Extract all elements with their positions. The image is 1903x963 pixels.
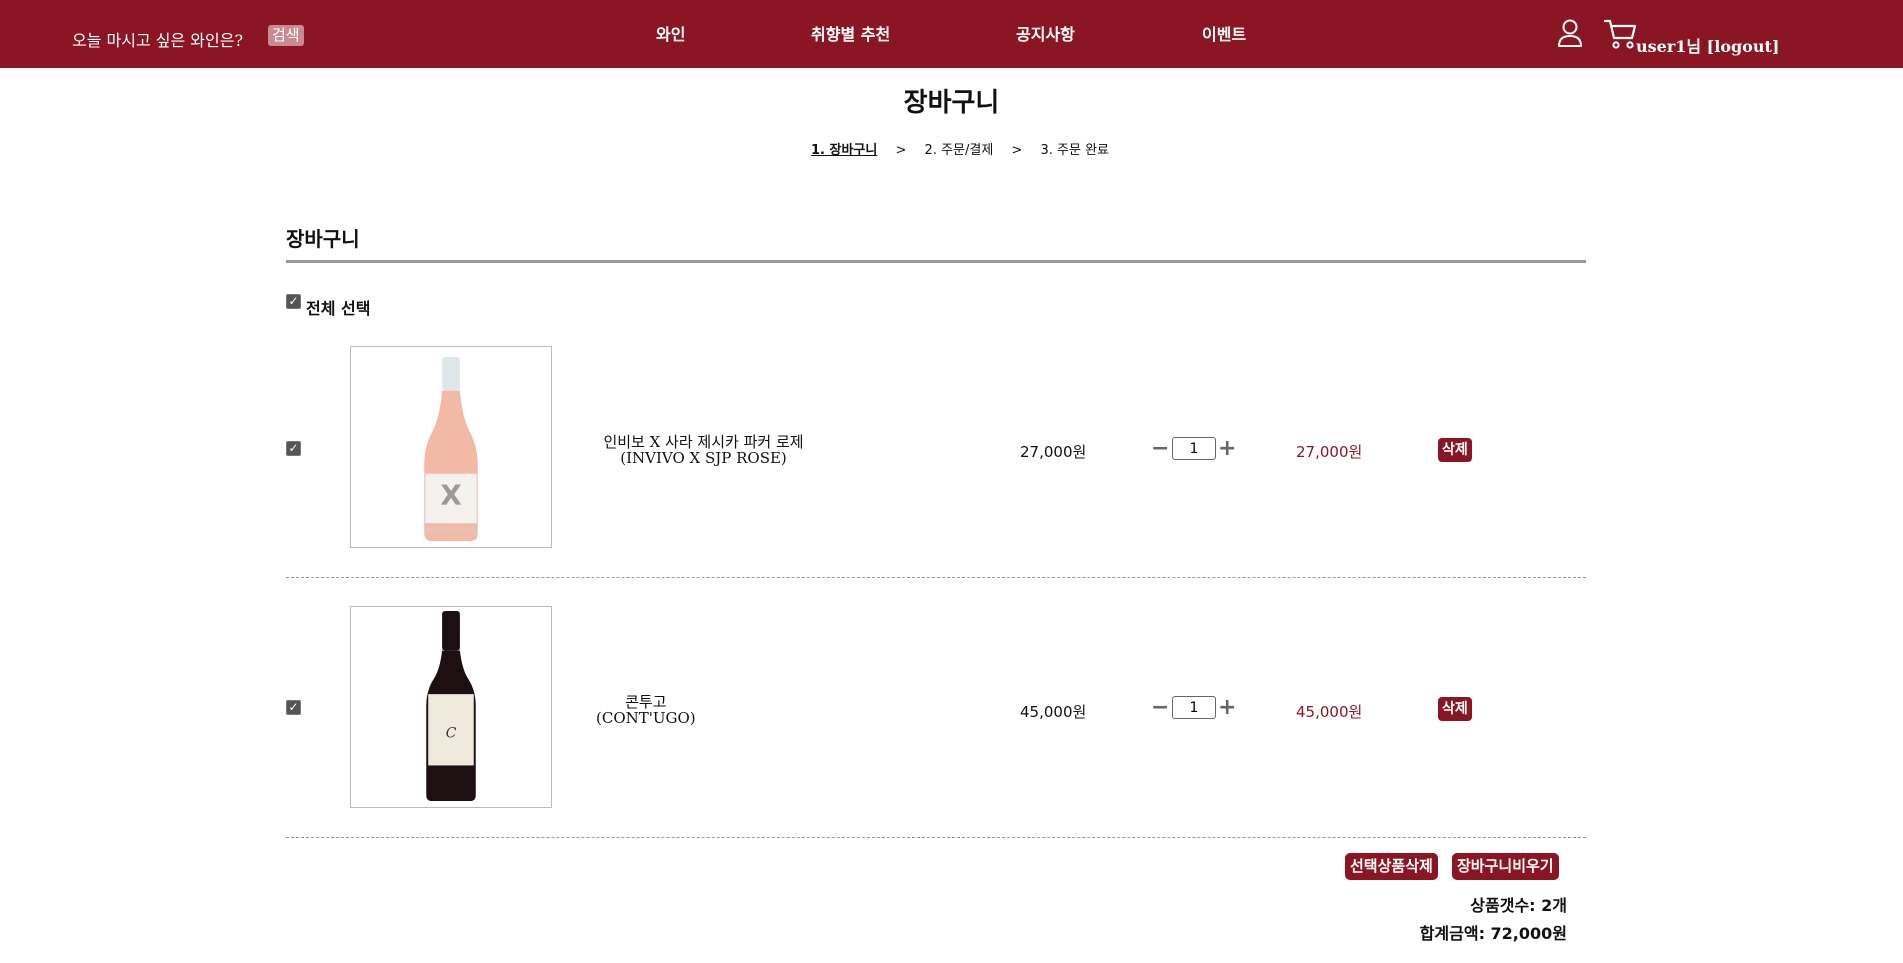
quantity-input[interactable] [1172,696,1216,719]
product-image-red[interactable]: C [350,606,552,808]
product-image-rose[interactable]: X [350,346,552,548]
section-title: 장바구니 [286,227,360,251]
step-complete: 3. 주문 완료 [1040,143,1110,158]
svg-text:X: X [440,478,461,511]
user-icon[interactable] [1557,18,1583,48]
item-checkbox[interactable]: ✓ [286,700,301,715]
product-name-korean: 인비보 X 사라 제시카 파커 로제 [603,433,804,451]
quantity-input[interactable] [1172,437,1216,460]
section-divider [286,260,1586,263]
delete-item-button[interactable]: 삭제 [1438,438,1472,462]
item-checkbox[interactable]: ✓ [286,441,301,456]
cart-icon[interactable] [1603,17,1637,50]
step-checkout: 2. 주문/결제 [924,143,994,158]
select-all-checkbox[interactable]: ✓ [286,294,301,309]
user-greeting-logout[interactable]: user1님 [logout] [1636,33,1779,57]
delete-item-button[interactable]: 삭제 [1438,697,1472,721]
item-divider [286,577,1586,578]
order-steps: 1. 장바구니 > 2. 주문/결제 > 3. 주문 완료 [811,139,1109,158]
step-separator: > [895,143,907,158]
product-name-english: (INVIVO X SJP ROSE) [620,449,787,467]
top-nav-bar: 오늘 마시고 싶은 와인은? 검색 와인 취향별 추천 공지사항 이벤트 use… [0,0,1903,68]
item-subtotal: 27,000원 [1296,443,1363,461]
search-prompt: 오늘 마시고 싶은 와인은? [72,31,244,50]
svg-text:C: C [446,726,457,742]
item-count: 상품갯수: 2개 [1470,896,1567,915]
clear-cart-button[interactable]: 장바구니비우기 [1452,853,1559,880]
step-cart: 1. 장바구니 [811,143,878,158]
item-divider [286,837,1586,838]
page-title: 장바구니 [903,88,1000,118]
unit-price: 45,000원 [1020,703,1087,721]
step-separator: > [1011,143,1023,158]
product-name-english: (CONT'UGO) [596,709,696,727]
nav-wine[interactable]: 와인 [656,21,685,45]
product-name-korean: 콘투고 [625,693,667,711]
quantity-increase-button[interactable]: + [1218,697,1236,719]
quantity-decrease-button[interactable]: − [1151,697,1169,719]
search-button[interactable]: 검색 [268,25,304,46]
product-name[interactable]: 콘투고 (CONT'UGO) [596,694,696,726]
nav-notice[interactable]: 공지사항 [1016,21,1075,45]
item-subtotal: 45,000원 [1296,703,1363,721]
quantity-increase-button[interactable]: + [1218,438,1236,460]
nav-event[interactable]: 이벤트 [1202,21,1246,45]
quantity-decrease-button[interactable]: − [1151,438,1169,460]
product-name[interactable]: 인비보 X 사라 제시카 파커 로제 (INVIVO X SJP ROSE) [580,434,827,466]
total-amount: 합계금액: 72,000원 [1419,924,1567,943]
nav-recommendation[interactable]: 취향별 추천 [811,21,890,45]
unit-price: 27,000원 [1020,443,1087,461]
delete-selected-button[interactable]: 선택상품삭제 [1345,853,1438,880]
select-all-label: 전체 선택 [306,299,371,318]
